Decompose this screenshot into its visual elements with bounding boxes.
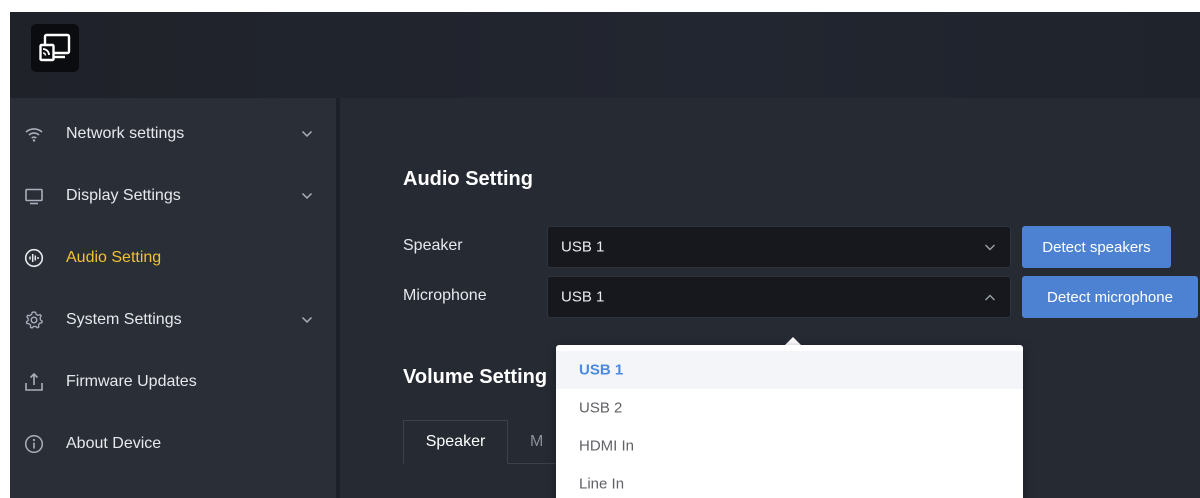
chevron-down-icon	[301, 130, 313, 138]
microphone-dropdown-menu: USB 1 USB 2 HDMI In Line In	[556, 345, 1023, 498]
detect-microphone-button[interactable]: Detect microphone	[1022, 276, 1198, 318]
upload-icon	[25, 372, 43, 391]
sidebar-item-label: About Device	[66, 435, 162, 452]
tab-speaker[interactable]: Speaker	[403, 420, 508, 464]
sidebar-item-label: Display Settings	[66, 187, 181, 204]
option-label: HDMI In	[579, 437, 635, 455]
sidebar-item-label: System Settings	[66, 311, 182, 328]
option-label: USB 2	[579, 399, 623, 417]
chevron-down-icon	[985, 244, 995, 251]
speaker-label: Speaker	[403, 237, 463, 254]
dropdown-option-line-in[interactable]: Line In	[556, 465, 1023, 498]
detect-speakers-button[interactable]: Detect speakers	[1022, 226, 1171, 268]
option-label: USB 1	[579, 361, 624, 379]
sidebar-item-label: Audio Setting	[66, 249, 162, 266]
tab-label: Speaker	[425, 433, 486, 450]
sidebar: Network settings Display Settings Audio …	[10, 98, 340, 498]
microphone-select-value: USB 1	[561, 288, 605, 306]
sidebar-item-display-settings[interactable]: Display Settings	[10, 168, 336, 224]
speaker-select-value: USB 1	[561, 238, 605, 256]
volume-setting-heading: Volume Setting	[403, 366, 548, 388]
monitor-icon	[25, 188, 43, 205]
sidebar-item-audio-setting[interactable]: Audio Setting	[10, 230, 336, 286]
microphone-label: Microphone	[403, 287, 487, 304]
dropdown-option-usb-2[interactable]: USB 2	[556, 389, 1023, 427]
app-window: Network settings Display Settings Audio …	[10, 12, 1200, 498]
sidebar-item-firmware-updates[interactable]: Firmware Updates	[10, 354, 336, 410]
sidebar-item-about-device[interactable]: About Device	[10, 416, 336, 472]
audio-setting-heading: Audio Setting	[403, 168, 533, 190]
cast-logo-icon	[31, 24, 79, 72]
dropdown-option-hdmi-in[interactable]: HDMI In	[556, 427, 1023, 465]
wifi-icon	[25, 128, 43, 142]
sidebar-item-label: Network settings	[66, 125, 185, 142]
microphone-select[interactable]: USB 1	[547, 276, 1011, 318]
sidebar-item-label: Firmware Updates	[66, 373, 197, 390]
tab-label: M	[530, 432, 544, 450]
chevron-up-icon	[985, 294, 995, 301]
chevron-down-icon	[301, 316, 313, 324]
chevron-down-icon	[301, 192, 313, 200]
audio-wave-icon	[24, 248, 44, 268]
option-label: Line In	[579, 475, 625, 493]
dropdown-option-usb-1[interactable]: USB 1	[556, 351, 1023, 389]
gear-icon	[25, 311, 43, 329]
sidebar-item-network-settings[interactable]: Network settings	[10, 106, 336, 162]
top-bar	[10, 12, 1200, 98]
info-icon	[24, 434, 44, 454]
speaker-select[interactable]: USB 1	[547, 226, 1011, 268]
sidebar-item-system-settings[interactable]: System Settings	[10, 292, 336, 348]
